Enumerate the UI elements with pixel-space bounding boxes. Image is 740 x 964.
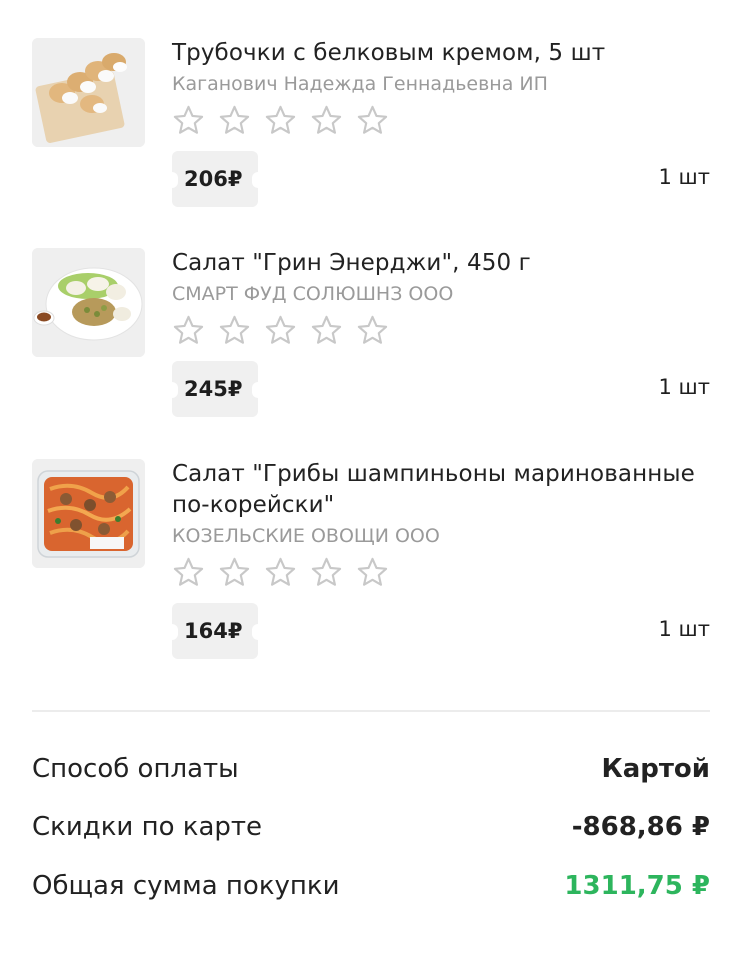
star-outline-icon[interactable] (356, 314, 389, 347)
price-tag: 245₽ (166, 361, 264, 417)
product-price: 245₽ (184, 377, 243, 401)
product-item[interactable]: Салат "Грин Энерджи", 450 г СМАРТ ФУД СО… (32, 248, 710, 423)
product-item[interactable]: Трубочки с белковым кремом, 5 шт Каганов… (32, 38, 710, 213)
star-outline-icon[interactable] (172, 314, 205, 347)
mushroom-salad-container-photo-icon (32, 459, 145, 568)
star-outline-icon[interactable] (264, 556, 297, 589)
star-outline-icon[interactable] (310, 556, 343, 589)
total-label: Общая сумма покупки (32, 871, 340, 901)
rating-stars[interactable] (172, 103, 710, 137)
product-seller: СМАРТ ФУД СОЛЮШНЗ ООО (172, 283, 454, 305)
price-tag: 164₽ (166, 603, 264, 659)
star-outline-icon[interactable] (218, 314, 251, 347)
product-quantity: 1 шт (658, 617, 711, 641)
cream-rolls-photo-icon (32, 38, 145, 147)
product-image[interactable] (32, 38, 145, 147)
payment-method-label: Способ оплаты (32, 754, 239, 784)
star-outline-icon[interactable] (172, 104, 205, 137)
product-title[interactable]: Трубочки с белковым кремом, 5 шт (172, 38, 710, 69)
card-discount-label: Скидки по карте (32, 812, 263, 842)
product-image[interactable] (32, 459, 145, 568)
star-outline-icon[interactable] (264, 314, 297, 347)
star-outline-icon[interactable] (356, 556, 389, 589)
product-title[interactable]: Салат "Грин Энерджи", 450 г (172, 248, 710, 279)
star-outline-icon[interactable] (310, 314, 343, 347)
star-outline-icon[interactable] (218, 104, 251, 137)
product-image[interactable] (32, 248, 145, 357)
salad-plate-photo-icon (32, 248, 145, 357)
product-seller: Каганович Надежда Геннадьевна ИП (172, 73, 548, 95)
star-outline-icon[interactable] (310, 104, 343, 137)
product-title[interactable]: Салат "Грибы шампиньоны маринованные по-… (172, 459, 710, 521)
payment-method-value: Картой (601, 754, 710, 784)
product-price: 206₽ (184, 167, 243, 191)
card-discount-value: -868,86 ₽ (571, 812, 710, 842)
star-outline-icon[interactable] (264, 104, 297, 137)
rating-stars[interactable] (172, 313, 710, 347)
payment-method-row: Способ оплаты Картой (32, 751, 710, 787)
price-tag: 206₽ (166, 151, 264, 207)
product-seller: КОЗЕЛЬСКИЕ ОВОЩИ ООО (172, 525, 440, 547)
product-price: 164₽ (184, 619, 243, 643)
star-outline-icon[interactable] (218, 556, 251, 589)
star-outline-icon[interactable] (172, 556, 205, 589)
total-row: Общая сумма покупки 1311,75 ₽ (32, 868, 710, 904)
section-divider (32, 710, 710, 712)
star-outline-icon[interactable] (356, 104, 389, 137)
product-quantity: 1 шт (658, 165, 711, 189)
product-quantity: 1 шт (658, 375, 711, 399)
product-item[interactable]: Салат "Грибы шампиньоны маринованные по-… (32, 459, 710, 664)
card-discount-row: Скидки по карте -868,86 ₽ (32, 809, 710, 845)
total-value: 1311,75 ₽ (564, 871, 710, 901)
rating-stars[interactable] (172, 555, 710, 589)
